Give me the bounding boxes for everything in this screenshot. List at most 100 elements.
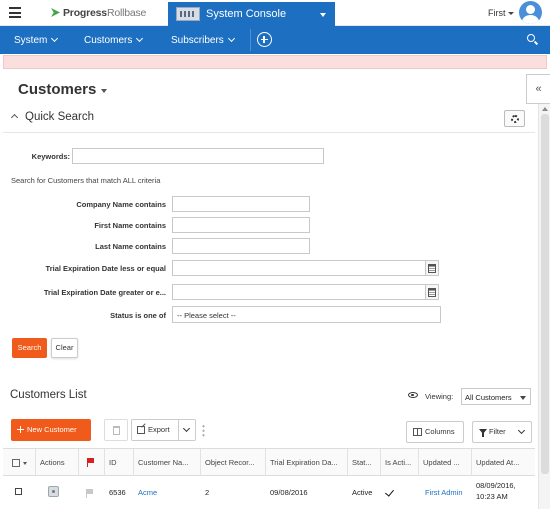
- new-customer-label: New Customer: [27, 425, 77, 434]
- cell-object-records: 2: [205, 488, 210, 497]
- trial-expiration-ge-label: Trial Expiration Date greater or e...: [43, 288, 166, 297]
- export-icon: [137, 426, 145, 434]
- delete-button[interactable]: [104, 419, 128, 441]
- row-checkbox[interactable]: [15, 488, 22, 495]
- date-picker-button[interactable]: [426, 260, 439, 276]
- company-name-label: Company Name contains: [76, 200, 166, 209]
- last-name-input[interactable]: [172, 238, 310, 254]
- checkmark-icon: [385, 487, 394, 497]
- column-header-is-active[interactable]: Is Acti...: [381, 449, 419, 476]
- view-select-value: All Customers: [465, 393, 512, 402]
- caret-down-icon: [320, 13, 326, 17]
- chevron-down-icon: [517, 426, 526, 435]
- chevron-down-icon: [51, 34, 59, 43]
- drag-handle-icon[interactable]: [202, 424, 205, 437]
- quick-search-toggle[interactable]: Quick Search: [10, 111, 95, 123]
- app-switcher-tab[interactable]: System Console: [168, 2, 335, 26]
- cell-status: Active: [352, 488, 373, 497]
- column-header-actions[interactable]: Actions: [36, 449, 79, 476]
- cell-updated-at-date: 08/09/2016,: [476, 481, 516, 490]
- user-menu[interactable]: First: [488, 8, 514, 18]
- trial-expiration-ge-input[interactable]: [172, 284, 426, 300]
- row-actions-icon[interactable]: [48, 486, 59, 497]
- cell-updated-by[interactable]: First Admin: [421, 477, 463, 509]
- first-name-input[interactable]: [172, 217, 310, 233]
- chevron-up-icon: [10, 113, 19, 122]
- divider: [3, 132, 535, 133]
- calendar-icon: [428, 264, 436, 273]
- column-header-customer-name[interactable]: Customer Na...: [134, 449, 201, 476]
- select-all-checkbox[interactable]: [12, 459, 20, 467]
- nav-item-subscribers[interactable]: Subscribers: [171, 34, 235, 46]
- columns-icon: [413, 428, 422, 436]
- nav-item-label: System: [14, 35, 48, 46]
- scrollbar-thumb[interactable]: [541, 114, 549, 474]
- column-header-flag[interactable]: [79, 449, 105, 476]
- calendar-icon: [428, 288, 436, 297]
- date-picker-button[interactable]: [426, 284, 439, 300]
- keywords-input[interactable]: [72, 148, 324, 164]
- top-bar: ProgressRollbase System Console First: [0, 0, 550, 26]
- last-name-label: Last Name contains: [95, 242, 166, 251]
- collapse-panel-button[interactable]: «: [526, 74, 550, 104]
- first-name-label: First Name contains: [94, 221, 166, 230]
- column-header-object-records[interactable]: Object Recor...: [201, 449, 266, 476]
- column-header-trial-expiration[interactable]: Trial Expiration Da...: [266, 449, 348, 476]
- company-name-input[interactable]: [172, 196, 310, 212]
- columns-button[interactable]: Columns: [406, 421, 464, 443]
- table-header: Actions ID Customer Na... Object Recor..…: [3, 448, 535, 476]
- column-header-id[interactable]: ID: [105, 449, 134, 476]
- export-label: Export: [148, 425, 170, 434]
- view-select[interactable]: All Customers: [461, 388, 531, 405]
- table-row: 6536 Acme 2 09/08/2016 Active First Admi…: [3, 477, 535, 509]
- nav-item-customers[interactable]: Customers: [84, 34, 144, 46]
- scrollbar[interactable]: [538, 104, 550, 509]
- caret-down-icon[interactable]: [23, 462, 27, 465]
- nav-divider: [250, 29, 251, 51]
- user-name: First: [488, 8, 506, 18]
- flag-icon: [87, 458, 95, 467]
- export-dropdown-button[interactable]: [179, 419, 196, 441]
- logo-main: Progress: [63, 7, 107, 19]
- filter-label: Filter: [489, 427, 506, 436]
- logo-mark-icon: [51, 8, 60, 17]
- new-customer-button[interactable]: New Customer: [11, 419, 91, 441]
- trial-expiration-le-input[interactable]: [172, 260, 426, 276]
- logo-sub: Rollbase: [106, 7, 147, 19]
- gear-icon: [511, 115, 519, 123]
- settings-button[interactable]: [504, 110, 525, 127]
- flag-icon[interactable]: [86, 489, 94, 498]
- status-label: Status is one of: [110, 311, 166, 320]
- add-icon[interactable]: [257, 32, 272, 47]
- chevron-down-icon: [182, 424, 191, 433]
- eye-icon: [408, 392, 418, 398]
- trial-expiration-le-label: Trial Expiration Date less or equal: [45, 264, 166, 273]
- scroll-up-arrow-icon[interactable]: [542, 107, 548, 111]
- plus-icon: [17, 426, 24, 433]
- search-icon[interactable]: [527, 34, 539, 46]
- column-header-status[interactable]: Stat...: [348, 449, 381, 476]
- nav-item-system[interactable]: System: [14, 34, 59, 46]
- nav-item-label: Subscribers: [171, 35, 224, 46]
- cell-updated-at: 08/09/2016, 10:23 AM: [472, 477, 534, 509]
- alert-bar: [3, 55, 547, 69]
- export-button[interactable]: Export: [131, 419, 179, 441]
- column-header-updated-at[interactable]: Updated At...: [472, 449, 531, 476]
- chevron-down-icon: [136, 34, 144, 43]
- quick-search-title: Quick Search: [25, 111, 95, 123]
- status-select[interactable]: -- Please select --: [172, 306, 441, 323]
- select-all-header[interactable]: [3, 449, 36, 476]
- clear-button[interactable]: Clear: [51, 338, 78, 358]
- hamburger-menu-icon[interactable]: [9, 7, 21, 18]
- caret-down-icon[interactable]: [101, 89, 107, 93]
- filter-icon: [479, 429, 487, 437]
- avatar[interactable]: [519, 1, 542, 24]
- logo: ProgressRollbase: [51, 7, 146, 19]
- search-button[interactable]: Search: [12, 338, 47, 358]
- filter-button[interactable]: Filter: [472, 421, 532, 443]
- columns-label: Columns: [425, 427, 455, 436]
- cell-customer-name[interactable]: Acme: [134, 477, 157, 509]
- app-name: System Console: [206, 8, 287, 20]
- column-header-updated-by[interactable]: Updated ...: [419, 449, 472, 476]
- cell-id: 6536: [109, 488, 126, 497]
